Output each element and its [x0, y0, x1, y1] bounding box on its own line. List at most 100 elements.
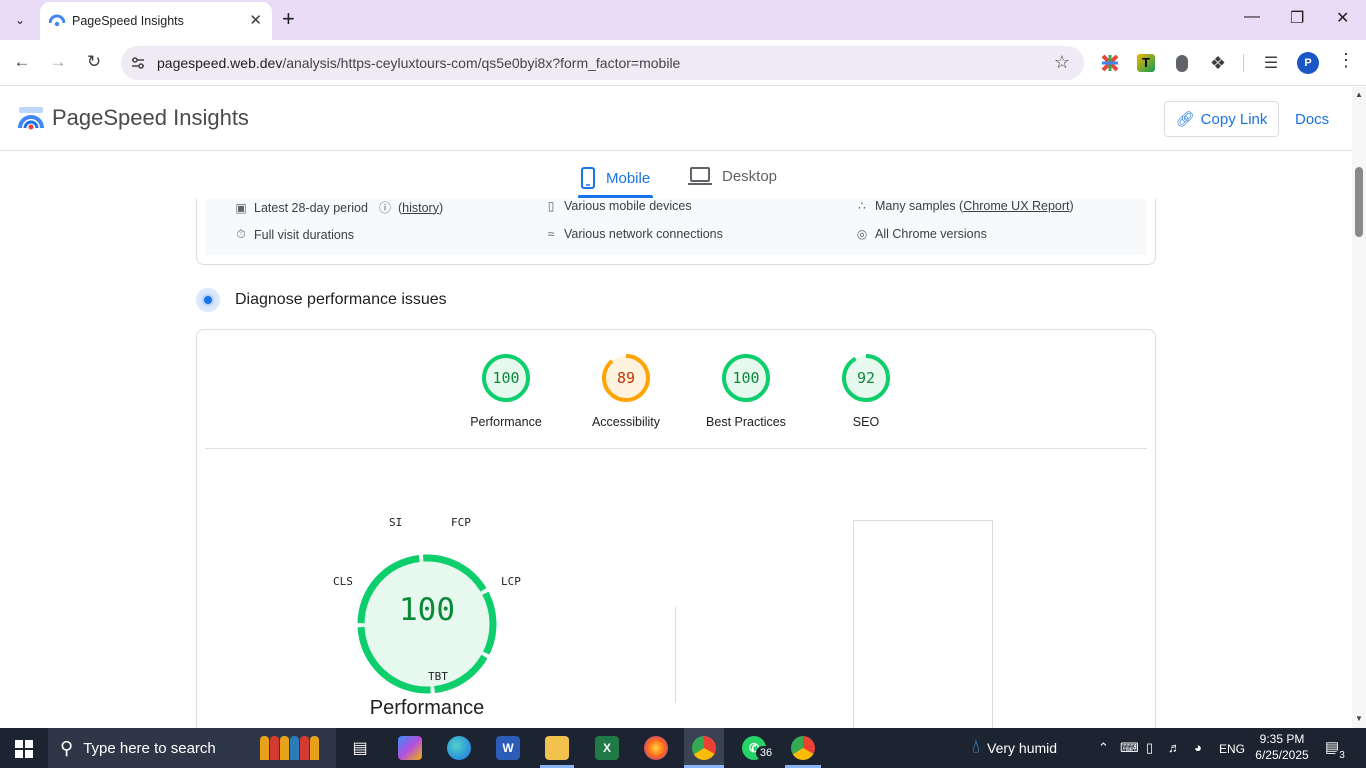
- tab-close-icon[interactable]: ✕: [249, 11, 262, 29]
- excel-icon[interactable]: X: [595, 736, 619, 760]
- bookmark-star-icon[interactable]: ☆: [1054, 52, 1070, 73]
- tab-mobile-label: Mobile: [606, 169, 651, 187]
- battery-icon[interactable]: ▯: [1146, 740, 1153, 756]
- file-explorer-icon[interactable]: [545, 736, 569, 760]
- pagespeed-favicon-icon: [49, 14, 65, 27]
- browser-menu-icon[interactable]: ⋮: [1337, 50, 1355, 71]
- taskbar-clock[interactable]: 9:35 PM 6/25/2025: [1252, 731, 1312, 763]
- tab-title: PageSpeed Insights: [72, 14, 184, 28]
- active-tab-indicator: [578, 195, 653, 198]
- scroll-down-icon[interactable]: ▼: [1355, 714, 1363, 723]
- metric-label-lcp: LCP: [501, 575, 521, 588]
- raindrop-icon: 💧︎: [972, 736, 980, 758]
- metric-label-cls: CLS: [333, 575, 353, 588]
- samples-item: ∴ Many samples (Chrome UX Report): [856, 199, 1074, 213]
- diagnose-title: Diagnose performance issues: [235, 291, 447, 308]
- tab-desktop[interactable]: Desktop: [688, 167, 777, 185]
- history-link[interactable]: history: [402, 201, 439, 215]
- taskbar-search[interactable]: ⚲ Type here to search: [48, 728, 336, 768]
- browser-tab-strip: ⌄ PageSpeed Insights ✕ + — ❐ ✕: [0, 0, 1366, 40]
- word-icon[interactable]: W: [496, 736, 520, 760]
- input-method-icon[interactable]: ⌨: [1120, 740, 1139, 756]
- gauge-best-practices[interactable]: 100 Best Practices: [686, 353, 806, 429]
- copy-link-label: Copy Link: [1200, 110, 1268, 128]
- network-icon[interactable]: ◕: [1194, 740, 1202, 755]
- search-icon: ⚲: [60, 737, 74, 758]
- text-extension-icon[interactable]: T: [1136, 53, 1156, 73]
- diagnose-heading: Diagnose performance issues: [196, 288, 447, 312]
- samples-icon: ∴: [858, 199, 866, 213]
- samples-text: Many samples (Chrome UX Report): [875, 199, 1074, 213]
- score-label: Best Practices: [706, 415, 786, 429]
- device-tabs: Mobile Desktop: [0, 151, 1352, 199]
- tab-mobile[interactable]: Mobile: [580, 167, 650, 189]
- psi-header: PageSpeed Insights 🔗︎ Copy Link Docs: [0, 87, 1352, 151]
- task-view-icon[interactable]: ▤: [348, 736, 372, 760]
- windows-start-icon[interactable]: [15, 740, 33, 758]
- browser-tab[interactable]: PageSpeed Insights ✕: [40, 2, 272, 40]
- gauge-ring: 92: [841, 353, 891, 403]
- forward-icon[interactable]: →: [47, 51, 69, 73]
- whatsapp-badge: 36: [756, 746, 776, 760]
- url-host: pagespeed.web.dev: [157, 55, 283, 71]
- network-item: ≈ Various network connections: [545, 227, 723, 241]
- chrome-profile-icon[interactable]: [791, 736, 815, 760]
- chrome-ux-report-link[interactable]: Chrome UX Report: [963, 199, 1069, 213]
- volume-icon[interactable]: ♬: [1168, 740, 1181, 755]
- windows-taskbar: ⚲ Type here to search ▤ W X ✆: [0, 728, 1366, 768]
- devices-item: ▯ Various mobile devices: [545, 199, 692, 213]
- chrome-icon: ◎: [856, 227, 868, 241]
- reload-icon[interactable]: ↻: [83, 51, 105, 73]
- page-title: PageSpeed Insights: [52, 105, 249, 130]
- profile-avatar[interactable]: P: [1297, 52, 1319, 74]
- new-tab-icon[interactable]: +: [282, 7, 295, 31]
- score-label: SEO: [852, 415, 880, 429]
- metrics-divider: [675, 607, 676, 703]
- chrome-versions-item: ◎ All Chrome versions: [856, 227, 987, 241]
- help-icon[interactable]: ⓘ: [379, 199, 391, 216]
- durations-item: ⏱︎ Full visit durations: [235, 227, 354, 242]
- link-icon: 🔗︎: [1175, 111, 1195, 128]
- page-content: PageSpeed Insights 🔗︎ Copy Link Docs ▣ L…: [0, 87, 1352, 728]
- weather-widget[interactable]: 💧︎ Very humid: [972, 736, 1057, 759]
- weather-text: Very humid: [987, 739, 1058, 756]
- scrollbar-thumb[interactable]: [1355, 167, 1363, 237]
- language-indicator[interactable]: ENG: [1219, 742, 1245, 756]
- devices-label: Various mobile devices: [564, 199, 692, 213]
- extensions-puzzle-icon[interactable]: ❖: [1208, 53, 1228, 73]
- toolbar-divider: [1243, 54, 1244, 72]
- score-value: 89: [616, 369, 636, 387]
- lab-divider: [205, 448, 1147, 449]
- tab-search-chevron-icon[interactable]: ⌄: [6, 6, 34, 34]
- gauge-seo[interactable]: 92 SEO: [806, 353, 926, 429]
- media-control-icon[interactable]: ☰: [1261, 53, 1281, 73]
- page-scrollbar[interactable]: ▲ ▼: [1352, 87, 1366, 728]
- minimize-icon[interactable]: —: [1244, 8, 1260, 26]
- close-window-icon[interactable]: ✕: [1336, 8, 1349, 28]
- copy-link-button[interactable]: 🔗︎ Copy Link: [1164, 101, 1279, 137]
- chrome-icon[interactable]: [692, 736, 716, 760]
- edge-icon[interactable]: [447, 736, 471, 760]
- laptop-icon: [688, 167, 712, 185]
- copilot-icon[interactable]: [398, 736, 422, 760]
- address-bar[interactable]: pagespeed.web.dev/analysis/https-ceyluxt…: [121, 46, 1084, 80]
- mouse-extension-icon[interactable]: [1172, 53, 1192, 73]
- colorful-extension-icon[interactable]: [1100, 53, 1120, 73]
- lab-data-icon: [196, 288, 220, 312]
- clock-time: 9:35 PM: [1259, 732, 1305, 746]
- gauge-accessibility[interactable]: 89 Accessibility: [566, 353, 686, 429]
- chrome-versions-label: All Chrome versions: [875, 227, 987, 241]
- wifi-icon: ≈: [547, 227, 555, 241]
- docs-link[interactable]: Docs: [1295, 111, 1329, 128]
- restore-icon[interactable]: ❐: [1290, 8, 1304, 28]
- scroll-up-icon[interactable]: ▲: [1355, 90, 1363, 99]
- back-icon[interactable]: ←: [11, 51, 33, 73]
- notification-count: 3: [1335, 749, 1349, 763]
- site-info-icon[interactable]: [130, 55, 146, 71]
- network-label: Various network connections: [564, 227, 723, 241]
- stopwatch-icon: ⏱︎: [236, 227, 246, 241]
- browser-toolbar: ← → ↻ pagespeed.web.dev/analysis/https-c…: [0, 40, 1366, 86]
- gauge-performance[interactable]: 100 Performance: [446, 353, 566, 429]
- tray-overflow-icon[interactable]: ⌃: [1098, 740, 1109, 756]
- firefox-icon[interactable]: [644, 736, 668, 760]
